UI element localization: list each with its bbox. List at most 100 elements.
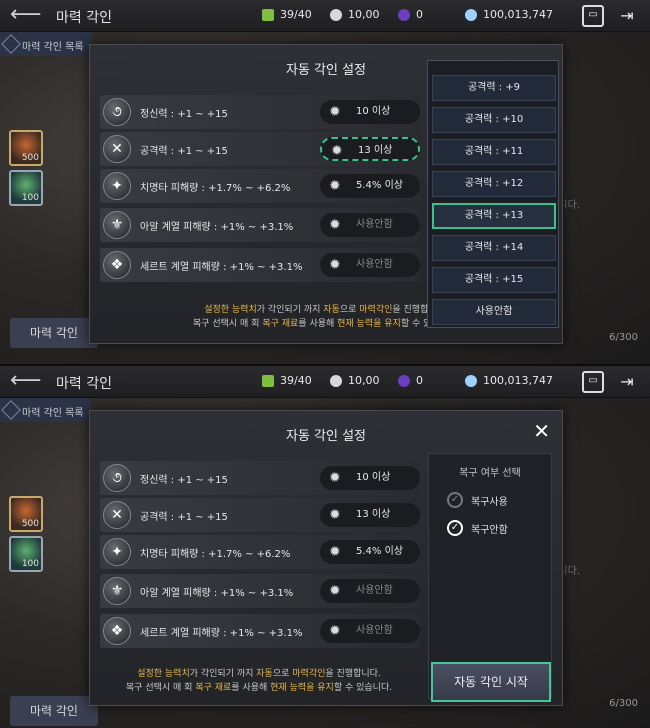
item-slot-2[interactable]: 100 [9,170,43,206]
restore-option-label: 복구사용 [471,496,508,508]
footer-text: 복구 선택시 매 회 [125,683,196,693]
auto-engrave-modal: 자동 각인 설정 ✕ ૭ 정신력 : +1 ~ +15 ✹ 10 이상 ✕ 공격력… [89,410,563,706]
option-value-selector[interactable]: ✹ 10 이상 [320,466,420,490]
dropdown-option[interactable]: 공격력 : +12 [432,171,556,197]
option-label: 치명타 피해량 : +1.7% ~ +6.2% [140,549,291,560]
slot-count: 100 [21,559,39,569]
footer-text: 를 사용해 [298,319,338,329]
stamina-counter: 39/40 [262,8,312,21]
footer-highlight: 마력각인 [359,305,393,315]
item-slot-1[interactable]: 500 [9,130,43,166]
close-icon[interactable]: ✕ [533,419,550,443]
gear-icon: ✹ [329,470,341,486]
slot-count: 500 [21,153,39,163]
item-slot-2[interactable]: 100 [9,536,43,572]
start-auto-engrave-button[interactable]: 자동 각인 시작 [431,662,551,702]
purple-counter: 0 [398,374,423,387]
footer-text: 를 사용해 [231,683,271,693]
stamina-value: 39/40 [280,8,312,21]
option-row-arc: ⚜ 아알 계열 피해량 : +1% ~ +3.1% ✹ 사용안함 [100,574,420,608]
gear-icon: ✹ [329,257,341,273]
modal-title: 자동 각인 설정 [285,429,367,444]
footer-highlight: 마력각인 [292,669,326,679]
dropdown-option[interactable]: 공격력 : +9 [432,75,556,101]
engrave-list-tab[interactable]: 마력 각인 목록 [0,32,92,56]
list-diamond-icon [1,34,21,54]
option-label: 세르트 계열 피해량 : +1% ~ +3.1% [140,262,303,273]
option-value-selector[interactable]: ✹ 13 이상 [320,503,420,527]
footer-text: 가 각인되기 까지 [256,305,324,315]
dropdown-option[interactable]: 공격력 : +10 [432,107,556,133]
inventory-icon[interactable]: ▭ [582,5,604,27]
option-label: 아알 계열 피해량 : +1% ~ +3.1% [140,222,294,233]
page-title: 마력 각인 [56,10,112,26]
option-value: 사용안함 [356,219,393,230]
option-value-selector[interactable]: ✹ 13 이상 [320,137,420,161]
silver-icon [330,374,342,387]
dropdown-option[interactable]: 사용안함 [432,299,556,325]
dropdown-option[interactable]: 공격력 : +11 [432,139,556,165]
critical-star-icon: ✦ [103,172,131,200]
option-label: 세르트 계열 피해량 : +1% ~ +3.1% [140,628,303,639]
option-value-selector[interactable]: ✹ 사용안함 [320,619,420,643]
screen-dropdown-open: ⟵ 마력 각인 39/40 10,00 0 100,013,747 ▭ ⇥ 마력… [0,0,650,364]
dropdown-option[interactable]: 공격력 : +15 [432,267,556,293]
restore-none-option[interactable]: ✓ 복구안함 [447,520,508,536]
option-value-selector[interactable]: ✹ 5.4% 이상 [320,540,420,564]
gear-icon: ✹ [329,544,341,560]
option-row-critical: ✦ 치명타 피해량 : +1.7% ~ +6.2% ✹ 5.4% 이상 [100,535,420,569]
silver-icon [330,8,342,21]
option-value-selector[interactable]: ✹ 10 이상 [320,100,420,124]
option-value-selector[interactable]: ✹ 사용안함 [320,579,420,603]
option-value: 10 이상 [356,106,391,117]
option-row-arc: ⚜ 아알 계열 피해량 : +1% ~ +3.1% ✹ 사용안함 [100,208,420,242]
item-slot-1[interactable]: 500 [9,496,43,532]
footer-highlight: 복구 재료 [195,683,232,693]
dropdown-option[interactable]: 공격력 : +14 [432,235,556,261]
option-value-selector[interactable]: ✹ 사용안함 [320,253,420,277]
footer-highlight: 복구 재료 [262,319,299,329]
inventory-icon[interactable]: ▭ [582,371,604,393]
purple-value: 0 [416,8,423,21]
option-value: 10 이상 [356,472,391,483]
slot-count: 500 [21,519,39,529]
option-label: 정신력 : +1 ~ +15 [140,109,228,120]
back-arrow-icon[interactable]: ⟵ [10,2,42,27]
crystal-counter: 100,013,747 [465,374,553,387]
crystal-value: 100,013,747 [483,8,553,21]
crystal-counter: 100,013,747 [465,8,553,21]
dropdown-option-selected[interactable]: 공격력 : +13 [432,203,556,229]
top-bar: ⟵ 마력 각인 39/40 10,00 0 100,013,747 ▭ ⇥ [0,366,650,398]
check-circle-icon: ✓ [447,492,463,508]
option-label: 공격력 : +1 ~ +15 [140,146,228,157]
option-value-selector[interactable]: ✹ 사용안함 [320,213,420,237]
option-value-selector[interactable]: ✹ 5.4% 이상 [320,174,420,198]
spirit-icon: ૭ [103,464,131,492]
count-label: 6/300 [609,698,638,709]
footer-text: 을 진행합니다. [325,669,381,679]
option-value: 사용안함 [356,585,393,596]
page-title: 마력 각인 [56,376,112,392]
gear-icon: ✹ [329,217,341,233]
exit-door-icon[interactable]: ⇥ [616,371,638,393]
stamina-icon [262,8,274,21]
gear-icon: ✹ [329,178,341,194]
option-label: 공격력 : +1 ~ +15 [140,512,228,523]
option-value: 13 이상 [356,509,391,520]
purple-gem-icon [398,8,410,21]
engrave-list-tab[interactable]: 마력 각인 목록 [0,398,92,422]
critical-star-icon: ✦ [103,538,131,566]
exit-door-icon[interactable]: ⇥ [616,5,638,27]
slot-count: 100 [21,193,39,203]
engrave-button[interactable]: 마력 각인 [10,696,98,726]
footer-highlight: 설정한 능력치 [137,669,190,679]
purple-gem-icon [398,374,410,387]
engrave-button[interactable]: 마력 각인 [10,318,98,348]
option-row-critical: ✦ 치명타 피해량 : +1.7% ~ +6.2% ✹ 5.4% 이상 [100,169,420,203]
sert-family-icon: ❖ [103,617,131,645]
restore-use-option[interactable]: ✓ 복구사용 [447,492,508,508]
check-circle-icon: ✓ [447,520,463,536]
back-arrow-icon[interactable]: ⟵ [10,368,42,393]
silver-counter: 10,00 [330,374,380,387]
arc-family-icon: ⚜ [103,211,131,239]
